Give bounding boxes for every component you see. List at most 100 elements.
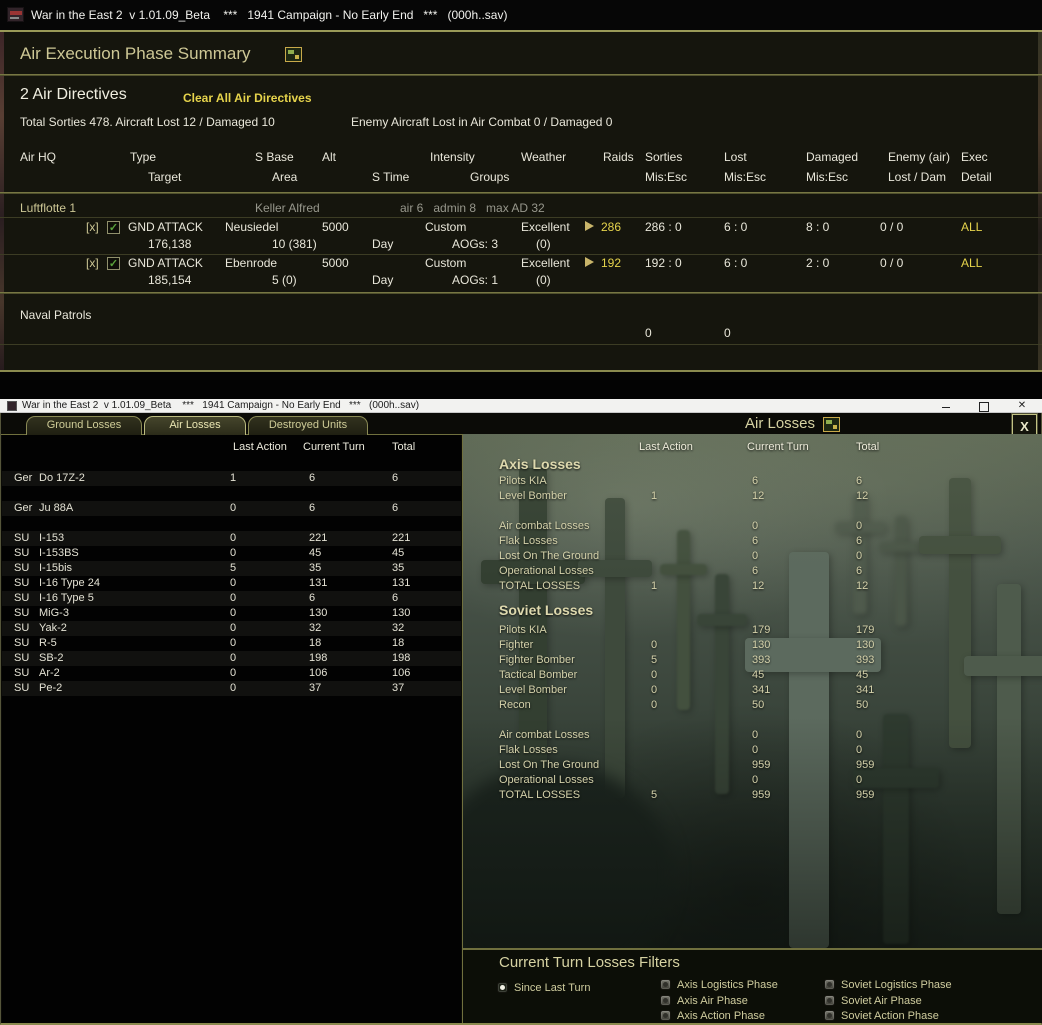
bottom-window-titlebar[interactable]: War in the East 2 v 1.01.09_Beta *** 194… xyxy=(0,399,1042,413)
aircraft-row: SU I-16 Type 5 0 6 6 xyxy=(2,591,461,606)
last-action-value: 0 xyxy=(230,622,237,634)
expand-raids-arrow-icon[interactable] xyxy=(585,221,594,231)
last-action-value: 0 xyxy=(230,532,237,544)
divider xyxy=(0,74,1042,76)
aircraft-row: SU Pe-2 0 37 37 xyxy=(2,681,461,696)
directive-exec-detail-button[interactable]: ALL xyxy=(961,220,982,234)
last-action-value: 5 xyxy=(651,654,658,666)
filter-since-last-turn[interactable]: Since Last Turn xyxy=(497,979,590,994)
directive-enabled-checkbox[interactable]: ✓ xyxy=(107,257,120,270)
summary-panel-icon[interactable] xyxy=(285,47,302,62)
nation-label: SU xyxy=(14,577,30,589)
expand-raids-arrow-icon[interactable] xyxy=(585,257,594,267)
tab-air-losses[interactable]: Air Losses xyxy=(144,416,246,435)
directive-weather-detail: (0) xyxy=(536,273,551,287)
loss-row: Tactical Bomber 0 45 45 xyxy=(463,668,1042,683)
directive-base: Ebenrode xyxy=(225,256,278,270)
maximize-button[interactable] xyxy=(971,399,995,413)
directive-enemy: 0 / 0 xyxy=(880,220,904,234)
column-header-total: Total xyxy=(856,441,880,453)
clear-all-directives-button[interactable]: Clear All Air Directives xyxy=(183,91,312,105)
filter-soviet-logistics-phase[interactable]: Soviet Logistics Phase xyxy=(824,976,952,991)
total-value: 959 xyxy=(856,759,875,771)
last-action-value: 0 xyxy=(230,547,237,559)
axis-losses-heading: Axis Losses xyxy=(499,456,581,472)
directive-raids[interactable]: 286 xyxy=(601,220,621,234)
loss-category-label: Recon xyxy=(499,699,531,711)
total-value: 6 xyxy=(392,502,399,514)
loss-category-label: Fighter Bomber xyxy=(499,654,575,666)
divider xyxy=(0,254,1042,255)
col-header-mis-esc: Mis:Esc xyxy=(806,170,848,184)
directive-damaged: 2 : 0 xyxy=(806,256,830,270)
check-icon: ✓ xyxy=(108,258,119,270)
filters-heading: Current Turn Losses Filters xyxy=(499,954,680,971)
total-value: 0 xyxy=(856,744,863,756)
tab-ground-losses[interactable]: Ground Losses xyxy=(26,416,142,435)
current-turn-value: 0 xyxy=(752,729,759,741)
col-header-intensity: Intensity xyxy=(430,150,475,164)
col-header-type: Type xyxy=(130,150,157,164)
loss-row: Level Bomber 1 12 12 xyxy=(463,489,1042,504)
directive-intensity: Custom xyxy=(425,220,467,234)
enemy-totals: Enemy Aircraft Lost in Air Combat 0 / Da… xyxy=(351,115,613,129)
checkbox-icon xyxy=(660,979,671,991)
directive-weather-detail: (0) xyxy=(536,237,551,251)
total-value: 32 xyxy=(392,622,405,634)
loss-category-label: Level Bomber xyxy=(499,684,567,696)
current-turn-value: 18 xyxy=(309,637,322,649)
aircraft-name: I-16 Type 24 xyxy=(39,577,100,589)
total-value: 221 xyxy=(392,532,411,544)
current-turn-value: 35 xyxy=(309,562,322,574)
directive-exec-detail-button[interactable]: ALL xyxy=(961,256,982,270)
filter-label: Soviet Logistics Phase xyxy=(841,978,952,991)
filter-label: Axis Action Phase xyxy=(677,1009,766,1022)
filter-axis-action-phase[interactable]: Axis Action Phase xyxy=(660,1007,766,1022)
total-value: 341 xyxy=(856,684,875,696)
total-value: 0 xyxy=(856,774,863,786)
total-value: 6 xyxy=(856,475,863,487)
directive-area: 5 (0) xyxy=(272,273,297,287)
total-value: 0 xyxy=(856,520,863,532)
aircraft-name: I-16 Type 5 xyxy=(39,592,94,604)
checkbox-icon xyxy=(660,995,671,1007)
current-turn-value: 0 xyxy=(752,520,759,532)
tab-destroyed-units[interactable]: Destroyed Units xyxy=(248,416,368,435)
aircraft-name: Pe-2 xyxy=(39,682,63,694)
air-losses-panel-icon[interactable] xyxy=(823,417,840,432)
screen: War in the East 2 v 1.01.09_Beta *** 194… xyxy=(0,0,1042,1025)
total-value: 6 xyxy=(856,535,863,547)
close-button[interactable]: ✕ xyxy=(1010,399,1034,413)
directive-target: 176,138 xyxy=(148,237,192,251)
directive-enabled-checkbox[interactable]: ✓ xyxy=(107,221,120,234)
total-value: 12 xyxy=(856,580,869,592)
aircraft-row xyxy=(2,486,461,501)
directive-target: 185,154 xyxy=(148,273,192,287)
directive-select-toggle[interactable]: [x] xyxy=(86,220,99,234)
loss-category-label: Operational Losses xyxy=(499,774,594,786)
loss-category-label: Flak Losses xyxy=(499,535,558,547)
aircraft-name: R-5 xyxy=(39,637,57,649)
directive-select-toggle[interactable]: [x] xyxy=(86,256,99,270)
air-hq-name[interactable]: Luftflotte 1 xyxy=(20,201,76,215)
current-turn-value: 45 xyxy=(752,669,765,681)
loss-row: Fighter Bomber 5 393 393 xyxy=(463,653,1042,668)
loss-category-label: Pilots KIA xyxy=(499,624,547,636)
divider xyxy=(0,192,1042,194)
top-window-titlebar[interactable]: War in the East 2 v 1.01.09_Beta *** 194… xyxy=(0,0,1042,30)
last-action-value: 1 xyxy=(651,490,658,502)
aircraft-losses-table: Last Action Current Turn Total Ger Do 17… xyxy=(2,435,461,1023)
current-turn-value: 37 xyxy=(309,682,322,694)
directive-s-time: Day xyxy=(372,273,394,287)
nation-label: SU xyxy=(14,667,30,679)
filter-soviet-air-phase[interactable]: Soviet Air Phase xyxy=(824,992,922,1007)
directive-damaged: 8 : 0 xyxy=(806,220,830,234)
directive-groups: AOGs: 3 xyxy=(452,237,499,251)
filter-axis-air-phase[interactable]: Axis Air Phase xyxy=(660,992,748,1007)
minimize-button[interactable] xyxy=(934,399,958,413)
filter-axis-logistics-phase[interactable]: Axis Logistics Phase xyxy=(660,976,778,991)
nation-label: SU xyxy=(14,637,30,649)
total-value: 37 xyxy=(392,682,405,694)
directive-raids[interactable]: 192 xyxy=(601,256,621,270)
filter-soviet-action-phase[interactable]: Soviet Action Phase xyxy=(824,1007,939,1022)
